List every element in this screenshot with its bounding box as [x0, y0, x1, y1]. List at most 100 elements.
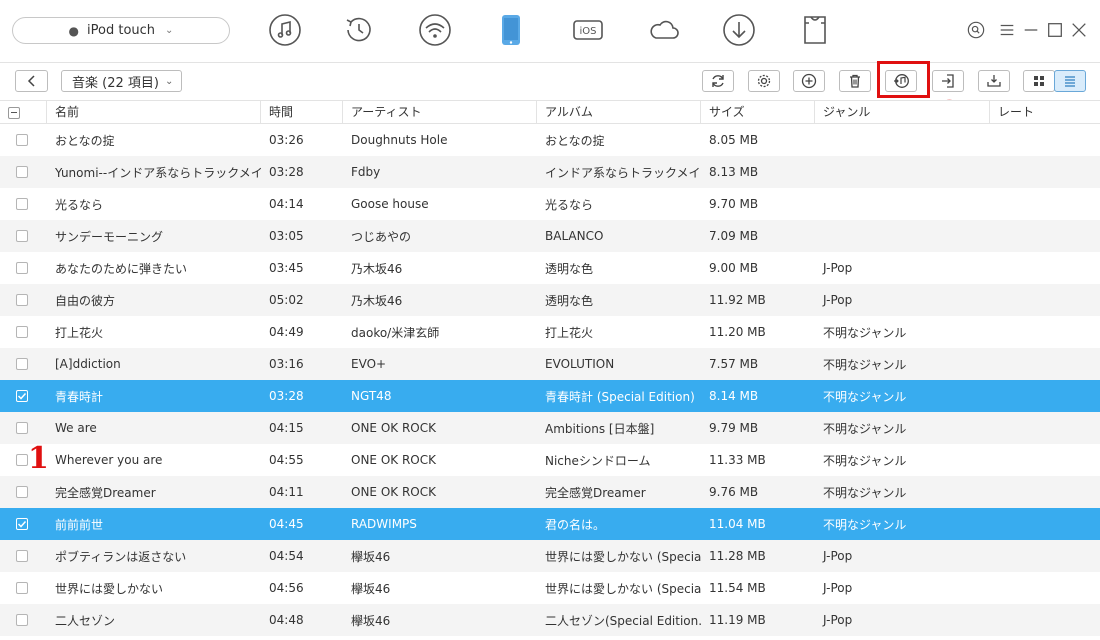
row-checkbox[interactable]	[16, 390, 28, 402]
table-row[interactable]: あなたのために弾きたい 03:45 乃木坂46 透明な色 9.00 MB J-Pop	[0, 252, 1100, 284]
device-icon[interactable]	[493, 12, 529, 48]
track-genre: 不明なジャンル	[823, 485, 907, 500]
export-button[interactable]	[932, 70, 964, 92]
row-checkbox[interactable]	[16, 518, 28, 530]
column-album[interactable]: アルバム	[537, 101, 701, 123]
table-row[interactable]: Yunomi--インドア系ならトラックメイカー... 03:28 Fdby インドア系…	[0, 156, 1100, 188]
history-icon[interactable]	[341, 12, 377, 48]
music-icon[interactable]	[267, 12, 303, 48]
row-checkbox[interactable]	[16, 486, 28, 498]
chevron-down-icon: ⌄	[164, 75, 174, 87]
track-album: 完全感覚Dreamer	[545, 485, 646, 500]
tshirt-icon[interactable]	[797, 12, 833, 48]
to-computer-button[interactable]	[978, 70, 1010, 92]
track-name: ポブティランは返さない	[55, 549, 187, 564]
row-checkbox[interactable]	[16, 262, 28, 274]
back-button[interactable]	[15, 70, 48, 92]
track-size: 9.79 MB	[709, 421, 759, 435]
track-time: 03:05	[269, 229, 304, 243]
minimize-icon[interactable]	[1021, 20, 1041, 40]
refresh-icon	[712, 75, 724, 87]
row-checkbox-cell	[0, 198, 47, 210]
list-view-button[interactable]	[1054, 70, 1086, 92]
chevron-down-icon: ⌄	[165, 25, 174, 36]
track-time: 04:55	[269, 453, 304, 467]
to-itunes-button[interactable]	[885, 70, 917, 92]
close-icon[interactable]	[1069, 20, 1089, 40]
table-row[interactable]: Wherever you are 04:55 ONE OK ROCK Nicheシンド…	[0, 444, 1100, 476]
table-row[interactable]: 二人セゾン 04:48 欅坂46 二人セゾン(Special Edition... 11…	[0, 604, 1100, 636]
track-time: 04:54	[269, 549, 304, 563]
track-size: 9.00 MB	[709, 261, 759, 275]
table-row[interactable]: 完全感覚Dreamer 04:11 ONE OK ROCK 完全感覚Dreamer 9.…	[0, 476, 1100, 508]
table-row[interactable]: 光るなら 04:14 Goose house 光るなら 9.70 MB	[0, 188, 1100, 220]
menu-icon[interactable]	[997, 20, 1017, 40]
table-row[interactable]: [A]ddiction 03:16 EVO+ EVOLUTION 7.57 MB 不明なジ…	[0, 348, 1100, 380]
refresh-button[interactable]	[702, 70, 734, 92]
row-checkbox-cell	[0, 294, 47, 306]
settings-button[interactable]	[748, 70, 780, 92]
row-checkbox-cell	[0, 326, 47, 338]
row-checkbox[interactable]	[16, 230, 28, 242]
row-checkbox[interactable]	[16, 134, 28, 146]
row-checkbox[interactable]	[16, 326, 28, 338]
track-time: 03:28	[269, 389, 304, 403]
gear-icon	[757, 74, 771, 88]
track-name: サンデーモーニング	[55, 229, 164, 244]
table-row[interactable]: サンデーモーニング 03:05 つじあやの BALANCO 7.09 MB	[0, 220, 1100, 252]
device-selector[interactable]: ● iPod touch ⌄	[12, 17, 230, 44]
column-time[interactable]: 時間	[261, 101, 343, 123]
maximize-icon[interactable]	[1045, 20, 1065, 40]
track-album: 打上花火	[545, 325, 594, 340]
table-header: 名前 時間 アーティスト アルバム サイズ ジャンル レート	[0, 100, 1100, 124]
column-artist[interactable]: アーティスト	[343, 101, 537, 123]
row-checkbox[interactable]	[16, 358, 28, 370]
row-checkbox[interactable]	[16, 582, 28, 594]
track-time: 04:11	[269, 485, 304, 499]
table-row[interactable]: おとなの掟 03:26 Doughnuts Hole おとなの掟 8.05 MB	[0, 124, 1100, 156]
table-row[interactable]: 世界には愛しかない 04:56 欅坂46 世界には愛しかない (Specia... 11…	[0, 572, 1100, 604]
track-name: 前前前世	[55, 517, 104, 532]
itunes-transfer-icon	[894, 74, 909, 88]
row-checkbox[interactable]	[16, 294, 28, 306]
category-selector[interactable]: 音楽 (22 項目) ⌄	[61, 70, 182, 92]
row-checkbox[interactable]	[16, 614, 28, 626]
search-icon[interactable]	[966, 20, 986, 40]
computer-transfer-icon	[987, 75, 1001, 87]
download-icon[interactable]	[721, 12, 757, 48]
track-artist: 乃木坂46	[351, 293, 403, 308]
column-size[interactable]: サイズ	[701, 101, 815, 123]
row-checkbox[interactable]	[16, 550, 28, 562]
row-checkbox-cell	[0, 390, 47, 402]
table-row[interactable]: 打上花火 04:49 daoko/米津玄師 打上花火 11.20 MB 不明なジャンル	[0, 316, 1100, 348]
ios-label: iOS	[580, 26, 597, 37]
table-row[interactable]: 自由の彼方 05:02 乃木坂46 透明な色 11.92 MB J-Pop	[0, 284, 1100, 316]
add-button[interactable]	[793, 70, 825, 92]
grid-view-button[interactable]	[1023, 70, 1055, 92]
plus-icon	[801, 73, 817, 89]
row-checkbox-cell	[0, 486, 47, 498]
wifi-transfer-icon[interactable]	[417, 12, 453, 48]
select-all-checkbox[interactable]	[0, 101, 47, 123]
track-name: 完全感覚Dreamer	[55, 485, 156, 500]
row-checkbox[interactable]	[16, 422, 28, 434]
column-name[interactable]: 名前	[47, 101, 261, 123]
table-row[interactable]: ポブティランは返さない 04:54 欅坂46 世界には愛しかない (Specia...…	[0, 540, 1100, 572]
ios-icon[interactable]: iOS	[570, 12, 606, 48]
column-genre[interactable]: ジャンル	[815, 101, 990, 123]
table-row[interactable]: 前前前世 04:45 RADWIMPS 君の名は。 11.04 MB 不明なジャンル	[0, 508, 1100, 540]
row-checkbox[interactable]	[16, 454, 28, 466]
cloud-icon[interactable]	[646, 12, 682, 48]
track-size: 7.09 MB	[709, 229, 759, 243]
delete-button[interactable]	[839, 70, 871, 92]
toolbar: 音楽 (22 項目) ⌄	[0, 62, 1100, 99]
table-row[interactable]: 青春時計 03:28 NGT48 青春時計 (Special Edition) 8.14…	[0, 380, 1100, 412]
track-genre: J-Pop	[823, 581, 853, 595]
column-rating[interactable]: レート	[990, 101, 1100, 123]
track-size: 8.14 MB	[709, 389, 759, 403]
row-checkbox[interactable]	[16, 198, 28, 210]
table-row[interactable]: We are 04:15 ONE OK ROCK Ambitions [日本盤] 9.7…	[0, 412, 1100, 444]
row-checkbox[interactable]	[16, 166, 28, 178]
grid-icon	[1034, 76, 1044, 86]
track-time: 04:48	[269, 613, 304, 627]
